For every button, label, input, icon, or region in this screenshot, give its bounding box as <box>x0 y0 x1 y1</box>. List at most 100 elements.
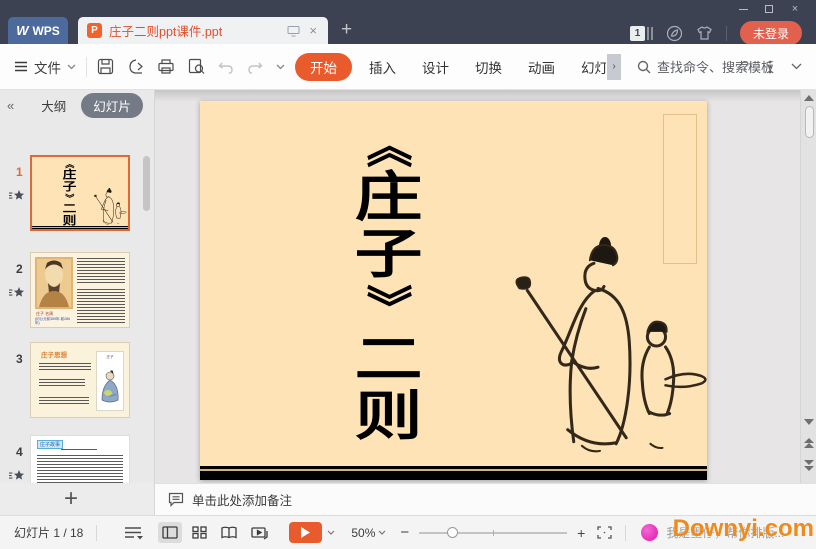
tab-close-icon[interactable]: × <box>307 24 319 37</box>
slide-sorter-view-button[interactable] <box>188 522 211 543</box>
notes-bar[interactable]: 单击此处添加备注 <box>155 483 816 515</box>
notes-toggle-button[interactable] <box>124 526 146 540</box>
play-options-chevron-icon[interactable] <box>327 530 335 535</box>
slide-counter: 幻灯片 1 / 18 <box>14 526 84 540</box>
play-slideshow-button[interactable] <box>289 522 323 543</box>
help-button[interactable]: ? <box>741 58 749 75</box>
sidebar-footer: + <box>0 483 155 515</box>
scholar-figure-illustration[interactable] <box>497 230 709 467</box>
tab-animation[interactable]: 动画 <box>515 53 568 81</box>
scrollbar-thumb[interactable] <box>804 106 814 138</box>
ribbon-tabs-overflow-button[interactable]: › <box>607 53 621 80</box>
quickbar-more-chevron-icon[interactable] <box>276 64 285 70</box>
zoom-in-button[interactable]: + <box>577 525 585 541</box>
slide-thumbnail-4[interactable]: 庄子故事 <box>30 435 130 483</box>
slide-thumbnail-1[interactable]: 《 庄 子 》 二 则 <box>30 155 130 231</box>
scroll-down-icon[interactable] <box>804 419 814 425</box>
skin-leaf-icon[interactable] <box>666 25 683 42</box>
collapse-ribbon-icon[interactable] <box>791 63 802 70</box>
thumbnail-scrollbar[interactable] <box>143 156 150 211</box>
zoom-slider-track[interactable] <box>419 526 568 538</box>
titlebar-right-group: 1 未登录 <box>629 21 802 45</box>
titlebar-separator <box>725 25 727 41</box>
title-char: 子 <box>354 225 422 284</box>
thumb2-caption-dates: (约公元前369年-前286年) <box>35 317 71 326</box>
wps-label: WPS <box>32 23 60 38</box>
slide-2-animation-star-icon <box>9 287 25 299</box>
window-close-button[interactable]: × <box>782 3 808 15</box>
slide-editor[interactable]: 《 庄 子 》 二 则 <box>200 101 707 480</box>
wps-menu-button[interactable]: W WPS <box>8 17 68 44</box>
title-char: 》 <box>362 284 414 330</box>
play-icon <box>301 527 311 538</box>
open-documents-badge[interactable]: 1 <box>629 25 653 41</box>
slideshow-from-current-button[interactable] <box>247 522 272 544</box>
new-tab-button[interactable]: + <box>341 20 352 39</box>
next-slide-icon[interactable] <box>804 460 814 471</box>
title-char: 《 <box>362 122 414 168</box>
slide-2-number: 2 <box>16 262 23 276</box>
slide-4-animation-star-icon <box>9 470 25 482</box>
zoom-slider-knob[interactable] <box>447 526 459 538</box>
zoom-value: 50% <box>351 525 376 540</box>
add-slide-button[interactable]: + <box>64 485 78 513</box>
undo-button[interactable] <box>218 60 234 74</box>
thumb3-image: 庄子 <box>96 351 124 411</box>
tab-outline[interactable]: 大纲 <box>41 96 66 115</box>
tab-design[interactable]: 设计 <box>409 53 462 81</box>
slide-1-number: 1 <box>16 165 23 179</box>
print-button[interactable] <box>157 58 175 75</box>
present-monitor-icon[interactable] <box>287 25 300 37</box>
thumb1-figure-illustration <box>93 187 127 225</box>
statusbar-separator <box>96 524 98 541</box>
zoom-level-select[interactable]: 50% <box>351 526 386 540</box>
tab-insert[interactable]: 插入 <box>356 53 409 81</box>
tab-slideshow[interactable]: 幻灯片 <box>568 53 606 81</box>
window-maximize-button[interactable] <box>756 3 782 15</box>
documents-stack-icon <box>646 26 653 40</box>
normal-view-button[interactable] <box>158 522 183 543</box>
search-icon <box>637 60 651 73</box>
titlebar: W WPS P 庄子二则ppt课件.ppt × + × 1 未登录 <box>0 0 816 45</box>
thumb2-text-block <box>77 289 125 323</box>
file-menu-button[interactable]: 文件 <box>14 57 76 77</box>
notes-placeholder: 单击此处添加备注 <box>192 494 293 508</box>
ppt-file-icon: P <box>87 23 102 38</box>
slide-thumbnail-3[interactable]: 庄子思想 庄子 <box>30 342 130 418</box>
previous-slide-icon[interactable] <box>804 438 814 449</box>
window-minimize-button[interactable] <box>730 3 756 15</box>
zoom-slider-tick <box>493 529 495 536</box>
panel-tabs: « 大纲 幻灯片 <box>0 90 154 120</box>
tab-slides[interactable]: 幻灯片 <box>81 92 143 118</box>
tab-home[interactable]: 开始 <box>295 52 352 81</box>
quick-access-toolbar <box>97 58 285 75</box>
scroll-up-icon[interactable] <box>804 95 814 101</box>
slide-thumbnail-2[interactable]: 庄子 名周 (约公元前369年-前286年) <box>30 252 130 328</box>
title-char: 则 <box>354 387 422 446</box>
notes-row: + 单击此处添加备注 <box>0 483 816 515</box>
redo-button[interactable] <box>247 60 263 74</box>
print-preview-button[interactable] <box>188 58 205 75</box>
zoom-out-button[interactable]: − <box>400 524 409 541</box>
thumb3-title: 庄子思想 <box>41 352 67 359</box>
notes-bubble-icon <box>168 492 184 507</box>
theme-shirt-icon[interactable] <box>696 25 713 41</box>
file-menu-label: 文件 <box>34 60 61 76</box>
fit-to-window-button[interactable] <box>597 526 612 539</box>
more-options-icon[interactable] <box>768 60 772 74</box>
slide-canvas-area: 《 庄 子 》 二 则 <box>155 90 800 483</box>
reading-view-button[interactable] <box>217 522 241 543</box>
document-tab-title: 庄子二则ppt课件.ppt <box>109 25 223 39</box>
document-tab[interactable]: P 庄子二则ppt课件.ppt × <box>78 17 328 44</box>
slide-1-animation-star-icon <box>9 190 25 202</box>
vertical-scrollbar[interactable] <box>800 90 816 483</box>
assistant-avatar[interactable] <box>641 524 659 541</box>
tab-transitions[interactable]: 切换 <box>462 53 515 81</box>
output-button[interactable] <box>127 58 144 75</box>
collapse-panel-icon[interactable]: « <box>7 98 14 113</box>
login-button[interactable]: 未登录 <box>739 21 802 45</box>
ribbon-separator <box>86 56 87 77</box>
slide-title-textbox[interactable]: 《 庄 子 》 二 则 <box>350 121 426 445</box>
save-button[interactable] <box>97 58 114 75</box>
thumb3-bullet <box>39 397 89 404</box>
